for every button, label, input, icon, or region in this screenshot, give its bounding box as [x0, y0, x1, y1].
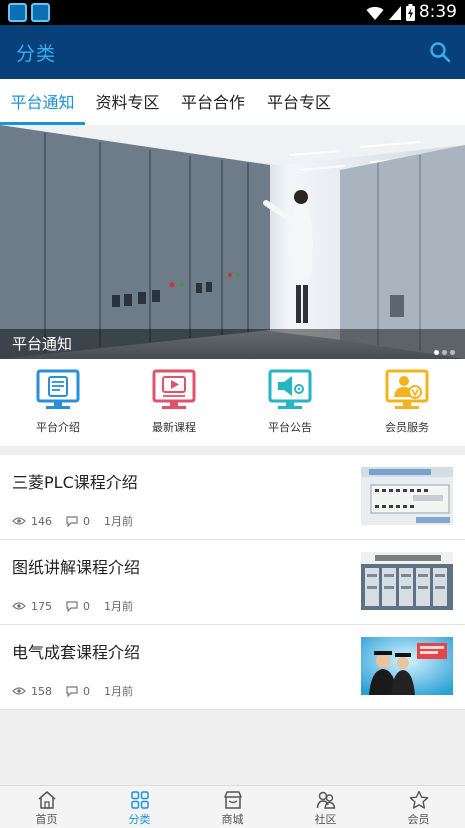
- carousel-dot[interactable]: [442, 350, 447, 355]
- banner-caption: 平台通知: [12, 335, 73, 353]
- app-notification-icon: [8, 3, 27, 22]
- video-monitor-icon: [152, 369, 196, 409]
- store-icon: [223, 791, 242, 809]
- nav-label: 商城: [221, 813, 244, 826]
- bottom-nav: 首页 分类 商城 社区 会员: [0, 785, 465, 828]
- list-item[interactable]: 图纸讲解课程介绍 175 0 1月前: [0, 540, 465, 625]
- comment-icon: [66, 600, 78, 612]
- document-monitor-icon: [36, 369, 80, 409]
- star-icon: [409, 790, 428, 809]
- quick-link-label: 最新课程: [152, 421, 196, 434]
- article-title: 三菱PLC课程介绍: [12, 473, 138, 492]
- nav-label: 首页: [35, 813, 58, 826]
- nav-label: 分类: [128, 813, 151, 826]
- nav-member[interactable]: 会员: [372, 790, 465, 827]
- article-thumbnail: [361, 637, 453, 695]
- tab-platform-notice[interactable]: 平台通知: [0, 79, 85, 125]
- comment-count: 0: [83, 599, 90, 613]
- clock: 8:39: [418, 2, 457, 22]
- tab-resources[interactable]: 资料专区: [85, 79, 170, 125]
- article-list: 三菱PLC课程介绍 146 0 1月前 图纸讲解课程介绍 175 0 1月前 电…: [0, 455, 465, 710]
- article-thumbnail: [361, 552, 453, 610]
- quick-link-label: 平台介绍: [36, 421, 80, 434]
- list-item[interactable]: 电气成套课程介绍 158 0 1月前: [0, 625, 465, 710]
- article-thumbnail: [361, 467, 453, 525]
- list-item[interactable]: 三菱PLC课程介绍 146 0 1月前: [0, 455, 465, 540]
- eye-icon: [12, 687, 26, 695]
- search-icon[interactable]: [429, 41, 451, 63]
- eye-icon: [12, 517, 26, 525]
- signal-icon: [388, 5, 401, 20]
- carousel-dot[interactable]: [450, 350, 455, 355]
- banner-image: [0, 125, 465, 359]
- app-notification-icon: [31, 3, 50, 22]
- vip-user-monitor-icon: [385, 369, 429, 409]
- quick-link-announcements[interactable]: 平台公告: [240, 369, 340, 439]
- category-tabs: 平台通知 资料专区 平台合作 平台专区: [0, 79, 465, 125]
- notification-icons: [8, 3, 50, 22]
- article-title: 电气成套课程介绍: [12, 643, 141, 662]
- banner-carousel[interactable]: 平台通知: [0, 125, 465, 359]
- nav-community[interactable]: 社区: [279, 790, 372, 827]
- view-count: 158: [31, 684, 52, 698]
- comment-icon: [66, 685, 78, 697]
- quick-link-label: 会员服务: [385, 421, 429, 434]
- status-bar: 8:39: [0, 0, 465, 25]
- view-count: 146: [31, 514, 52, 528]
- nav-label: 会员: [407, 813, 430, 826]
- quick-link-member-services[interactable]: 会员服务: [357, 369, 457, 439]
- banner-caption-bar: 平台通知: [0, 329, 465, 359]
- quick-link-platform-intro[interactable]: 平台介绍: [8, 369, 108, 439]
- comment-count: 0: [83, 514, 90, 528]
- grid-icon: [130, 791, 149, 809]
- tab-platform-zone[interactable]: 平台专区: [256, 79, 342, 125]
- post-time: 1月前: [104, 685, 133, 698]
- nav-home[interactable]: 首页: [0, 790, 93, 827]
- tab-cooperation[interactable]: 平台合作: [170, 79, 256, 125]
- comment-icon: [66, 515, 78, 527]
- view-count: 175: [31, 599, 52, 613]
- post-time: 1月前: [104, 600, 133, 613]
- wifi-icon: [366, 6, 384, 20]
- quick-links: 平台介绍 最新课程 平台公告 会员服务: [0, 359, 465, 446]
- nav-store[interactable]: 商城: [186, 790, 279, 827]
- nav-label: 社区: [314, 813, 337, 826]
- app-bar: 分类: [0, 25, 465, 79]
- carousel-indicator: [434, 350, 455, 355]
- eye-icon: [12, 602, 26, 610]
- quick-link-latest-courses[interactable]: 最新课程: [124, 369, 224, 439]
- quick-link-label: 平台公告: [268, 421, 312, 434]
- post-time: 1月前: [104, 515, 133, 528]
- battery-icon: [405, 4, 415, 21]
- page-title: 分类: [16, 43, 57, 65]
- megaphone-monitor-icon: [268, 369, 312, 409]
- carousel-dot[interactable]: [434, 350, 439, 355]
- nav-category[interactable]: 分类: [93, 790, 186, 827]
- home-icon: [38, 791, 55, 809]
- community-icon: [316, 791, 335, 809]
- comment-count: 0: [83, 684, 90, 698]
- article-title: 图纸讲解课程介绍: [12, 558, 141, 577]
